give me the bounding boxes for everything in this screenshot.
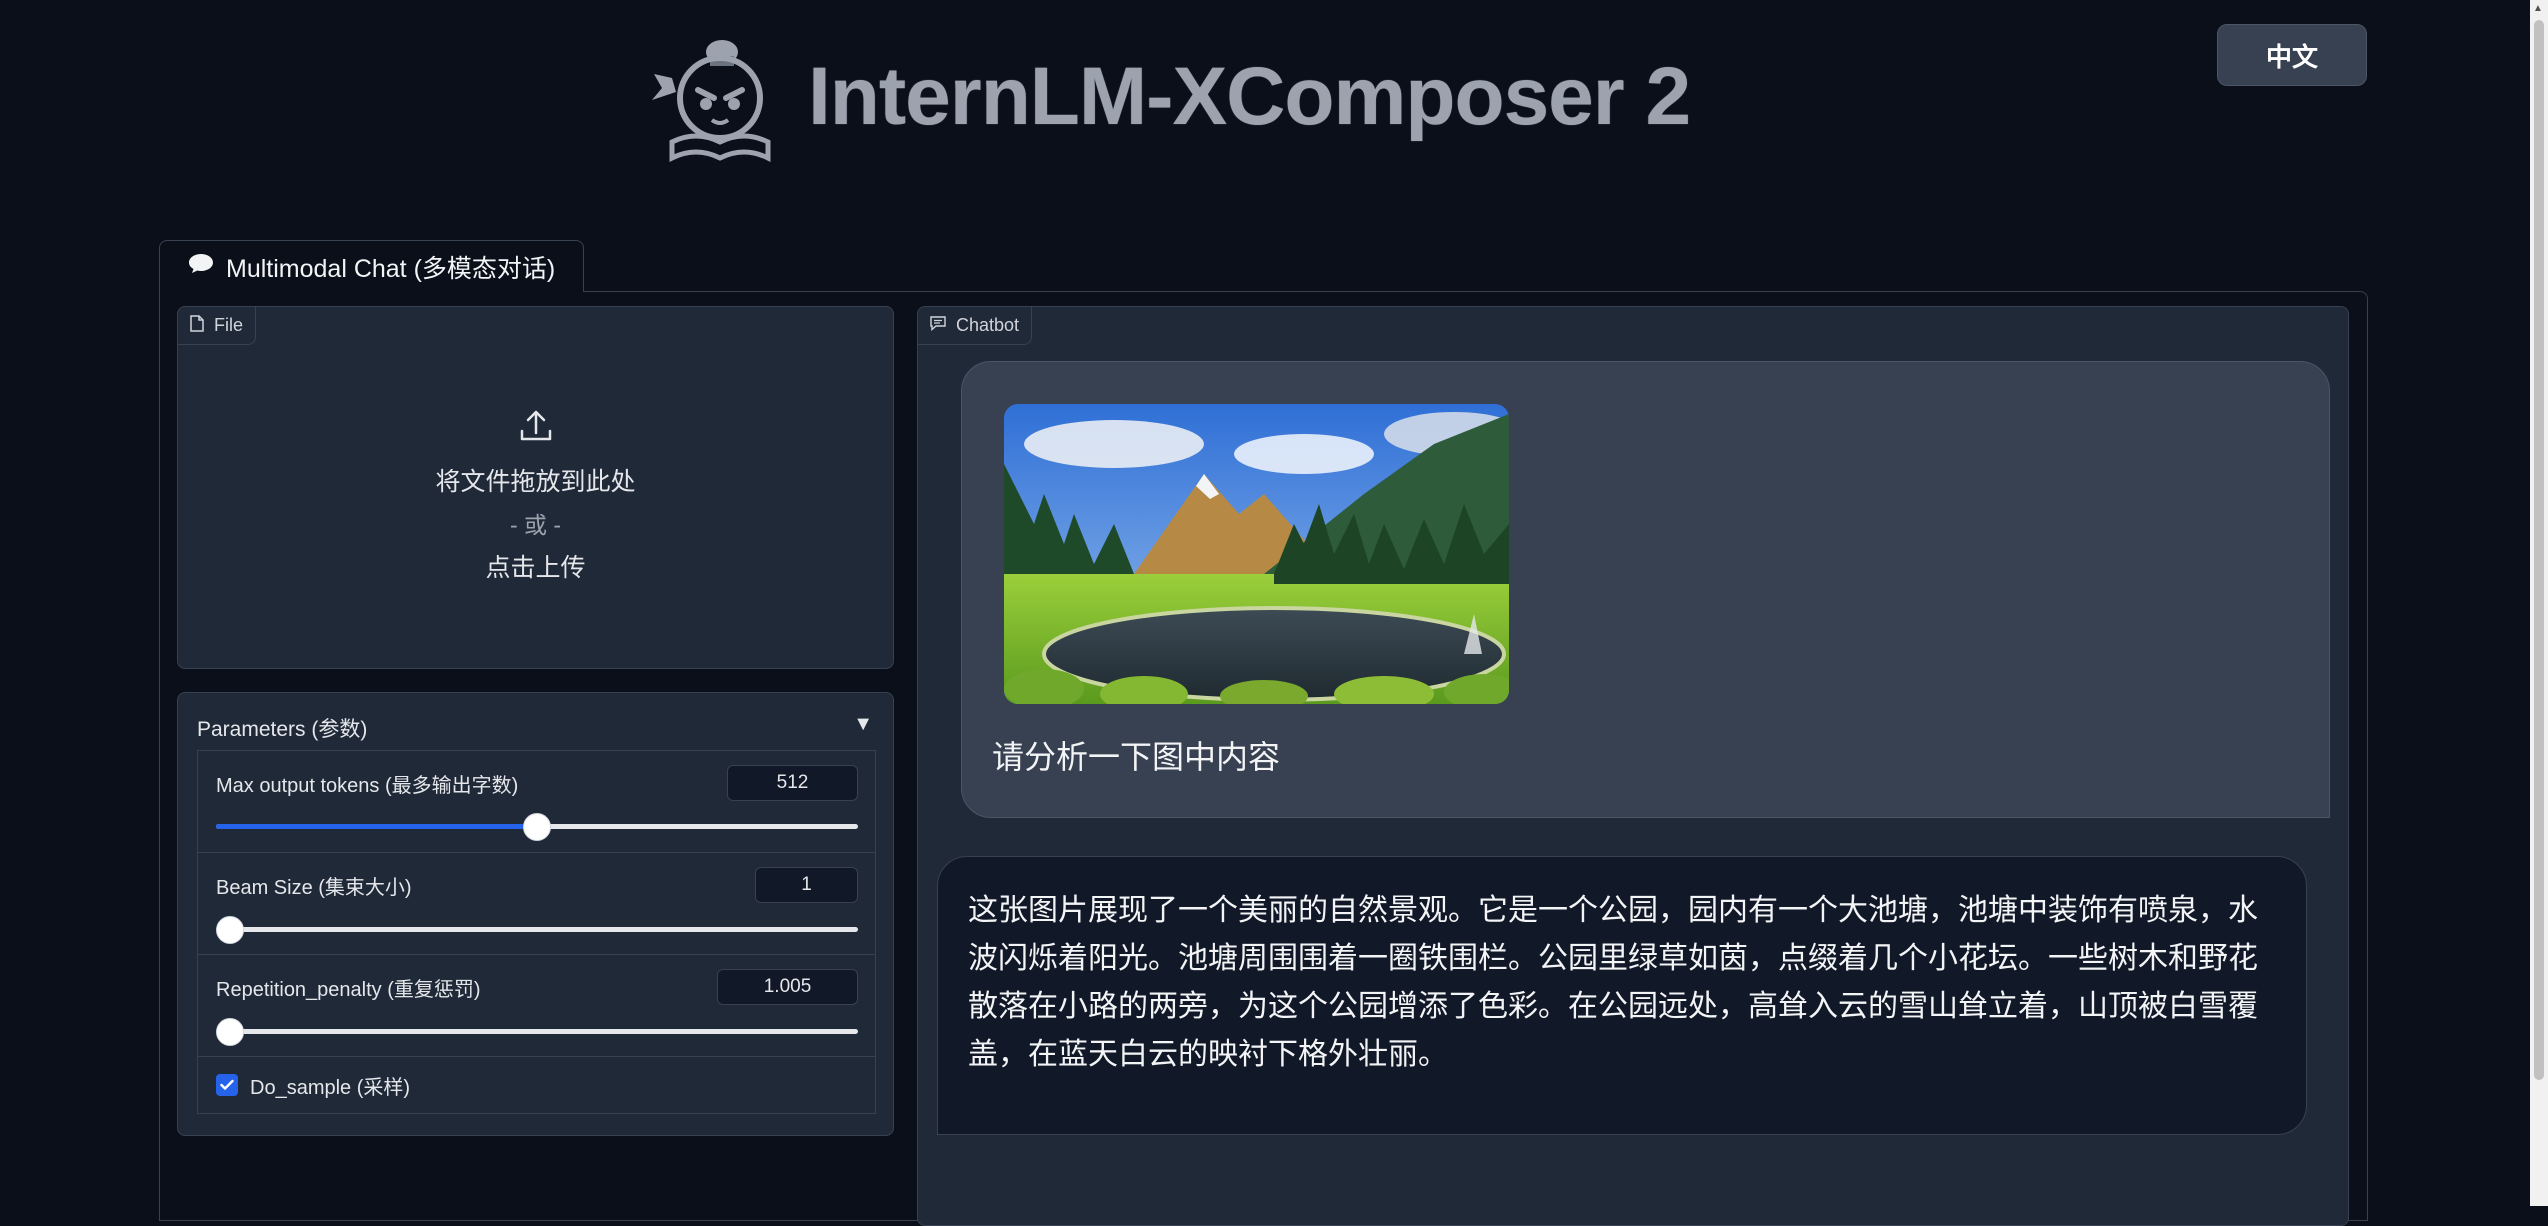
repetition-penalty-slider[interactable] (216, 1018, 858, 1046)
scroll-up-arrow-icon[interactable]: ▲ (2533, 3, 2543, 14)
checkmark-icon (220, 1079, 234, 1090)
speech-bubble-icon (188, 252, 214, 281)
max-tokens-input[interactable]: 512 (727, 765, 858, 801)
repetition-penalty-param: Repetition_penalty (重复惩罚) 1.005 (197, 954, 876, 1057)
app-logo (652, 34, 784, 163)
user-message-text: 请分析一下图中内容 (992, 739, 1281, 775)
chatbot-block: Chatbot 请分析一下图中内容 这张图片展现了一个美丽的自然景观。它是一个公… (917, 306, 2349, 1226)
bot-message: 这张图片展现了一个美丽的自然景观。它是一个公园，园内有一个大池塘，池塘中装饰有喷… (937, 856, 2307, 1135)
beam-size-param: Beam Size (集束大小) 1 (197, 852, 876, 955)
file-icon (190, 314, 204, 337)
max-tokens-slider-fill (216, 824, 537, 829)
language-toggle-button[interactable]: 中文 (2217, 24, 2367, 86)
click-upload-text[interactable]: 点击上传 (485, 548, 585, 584)
mascot-logo-icon (652, 40, 771, 163)
or-text: - 或 - (509, 512, 562, 538)
uploaded-landscape-image (1004, 404, 1509, 704)
max-tokens-slider[interactable] (216, 813, 858, 841)
scrollbar-thumb[interactable] (2534, 20, 2544, 1080)
file-upload-block[interactable]: File 将文件拖放到此处 - 或 - 点击上传 (177, 306, 894, 669)
chat-icon (930, 315, 946, 336)
repetition-penalty-slider-thumb[interactable] (216, 1018, 244, 1046)
parameters-title[interactable]: Parameters (参数) (197, 713, 367, 743)
max-tokens-label: Max output tokens (最多输出字数) (216, 775, 519, 797)
repetition-penalty-input[interactable]: 1.005 (717, 969, 858, 1005)
collapse-toggle-icon[interactable]: ▼ (853, 713, 873, 736)
drop-text: 将文件拖放到此处 (435, 468, 636, 496)
beam-size-label: Beam Size (集束大小) (216, 877, 412, 899)
app-title: InternLM-XComposer 2 (808, 51, 1691, 142)
do-sample-checkbox[interactable] (216, 1074, 238, 1096)
user-message: 请分析一下图中内容 (961, 361, 2330, 818)
beam-size-input[interactable]: 1 (755, 867, 858, 903)
tab-label: Multimodal Chat (多模态对话) (226, 254, 556, 283)
page-scrollbar[interactable]: ▲ (2530, 0, 2548, 1206)
bot-message-text: 这张图片展现了一个美丽的自然景观。它是一个公园，园内有一个大池塘，池塘中装饰有喷… (968, 894, 2258, 1071)
beam-size-slider-thumb[interactable] (216, 916, 244, 944)
chatbot-block-label: Chatbot (918, 307, 1033, 345)
beam-size-slider[interactable] (216, 916, 858, 944)
tab-multimodal-chat[interactable]: Multimodal Chat (多模态对话) (159, 240, 584, 292)
max-tokens-param: Max output tokens (最多输出字数) 512 (197, 750, 876, 853)
parameters-accordion: Parameters (参数) ▼ Max output tokens (最多输… (177, 692, 894, 1136)
repetition-penalty-label: Repetition_penalty (重复惩罚) (216, 979, 481, 1001)
upload-icon (518, 407, 554, 448)
max-tokens-slider-thumb[interactable] (523, 813, 551, 841)
file-block-label: File (178, 307, 257, 345)
do-sample-label: Do_sample (采样) (250, 1076, 411, 1099)
upload-dropzone[interactable]: 将文件拖放到此处 - 或 - 点击上传 (178, 407, 893, 584)
do-sample-row[interactable]: Do_sample (采样) (197, 1056, 876, 1114)
